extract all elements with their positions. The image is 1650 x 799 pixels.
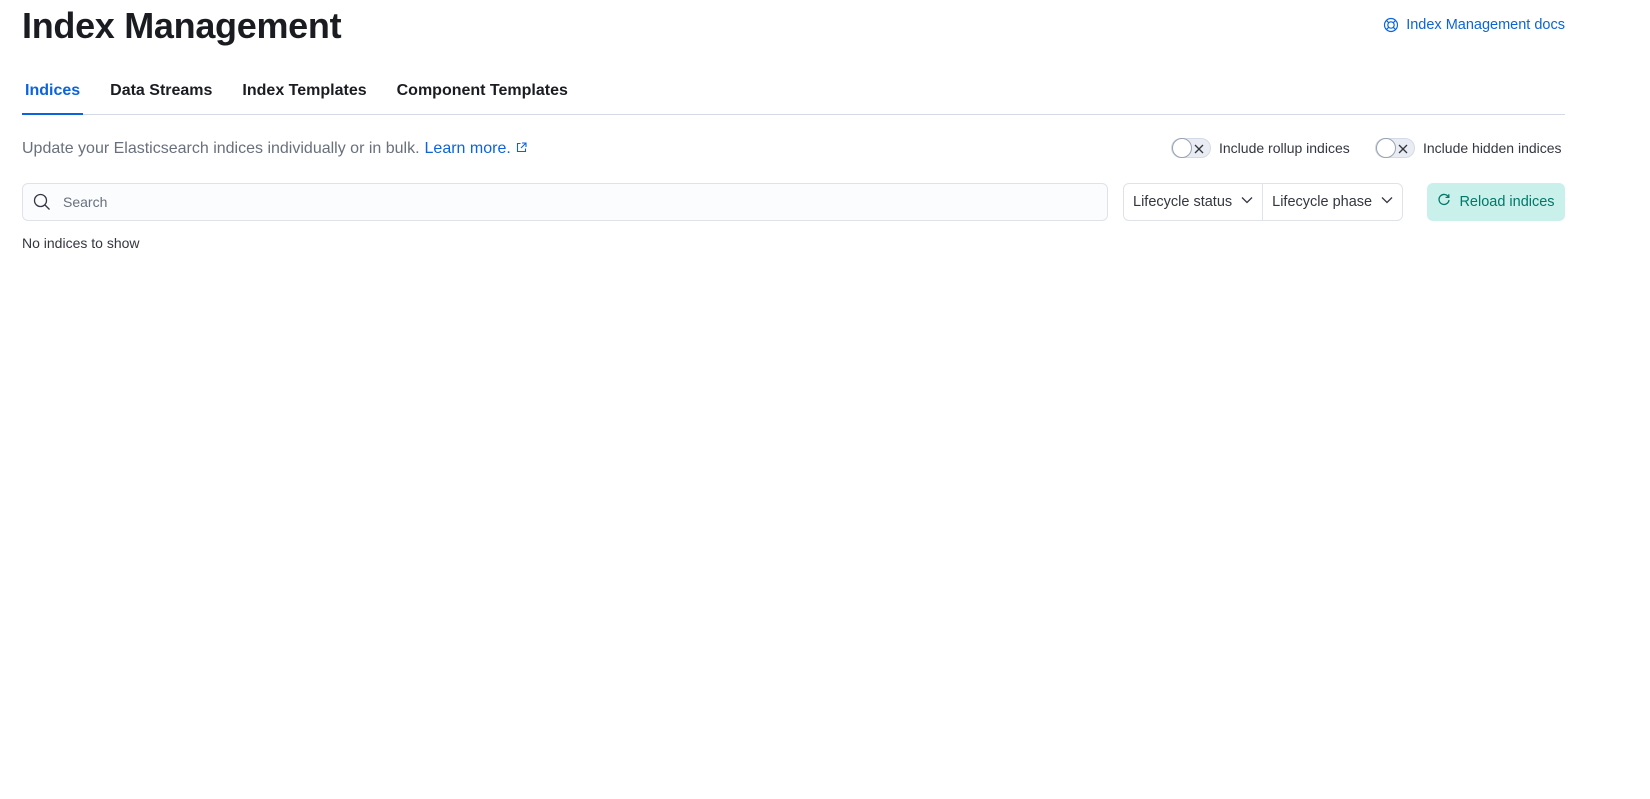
page-title: Index Management [22,5,342,46]
search-input[interactable] [61,183,1107,221]
empty-state-message: No indices to show [22,235,140,251]
docs-link-label: Index Management docs [1406,17,1565,33]
learn-more-label: Learn more. [424,140,511,157]
rollup-toggle[interactable] [1171,138,1211,158]
tab-component-templates[interactable]: Component Templates [394,72,571,114]
cross-icon [1397,142,1409,154]
toggle-knob [1376,138,1396,158]
refresh-icon [1437,193,1451,211]
lifecycle-filter-group: Lifecycle status Lifecycle phase [1123,183,1404,221]
docs-link[interactable]: Index Management docs [1383,17,1565,33]
cross-icon [1193,142,1205,154]
tab-bar: Indices Data Streams Index Templates Com… [22,72,1565,115]
chevron-down-icon [1240,193,1254,211]
tab-index-templates[interactable]: Index Templates [239,72,369,114]
external-link-icon [516,139,527,159]
rollup-toggle-label: Include rollup indices [1219,140,1350,156]
tab-indices[interactable]: Indices [22,72,84,115]
help-lifebuoy-icon [1383,17,1399,33]
search-icon [23,193,61,211]
learn-more-link[interactable]: Learn more. [425,139,527,159]
lifecycle-phase-filter[interactable]: Lifecycle phase [1262,184,1402,220]
chevron-down-icon [1380,193,1394,211]
hidden-toggle-label: Include hidden indices [1423,140,1562,156]
lifecycle-status-filter[interactable]: Lifecycle status [1124,184,1262,220]
hidden-toggle-group: Include hidden indices [1375,138,1562,158]
page-description: Update your Elasticsearch indices indivi… [22,139,527,159]
lifecycle-status-label: Lifecycle status [1133,194,1233,210]
reload-indices-button[interactable]: Reload indices [1427,183,1565,221]
search-box [22,183,1108,221]
hidden-toggle[interactable] [1375,138,1415,158]
rollup-toggle-group: Include rollup indices [1171,138,1350,158]
toggle-knob [1172,138,1192,158]
reload-indices-label: Reload indices [1459,194,1555,210]
description-text: Update your Elasticsearch indices indivi… [22,140,420,157]
tab-data-streams[interactable]: Data Streams [107,72,215,114]
lifecycle-phase-label: Lifecycle phase [1272,194,1373,210]
